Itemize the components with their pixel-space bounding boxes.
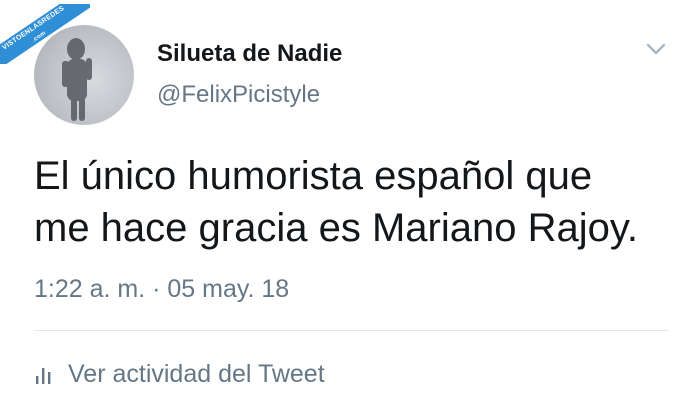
tweet-timestamp[interactable]: 1:22 a. m. · 05 may. 18: [34, 275, 289, 304]
avatar-silhouette-icon: [62, 38, 92, 121]
view-activity-link[interactable]: Ver actividad del Tweet: [34, 358, 325, 390]
tweet-card: VISTOENLASREDES .com Silueta de Nadie @F…: [0, 0, 700, 416]
view-activity-label: Ver actividad del Tweet: [68, 359, 325, 388]
chevron-down-icon[interactable]: [642, 38, 670, 60]
avatar[interactable]: [34, 25, 134, 125]
tweet-text: El único humorista español que me hace g…: [34, 150, 684, 254]
divider: [34, 330, 668, 331]
bar-chart-icon: [34, 363, 54, 385]
author-handle[interactable]: @FelixPicistyle: [157, 81, 320, 109]
tweet-text-line: El único humorista español que: [34, 154, 593, 198]
author-name[interactable]: Silueta de Nadie: [157, 40, 342, 68]
tweet-text-line: me hace gracia es Mariano Rajoy.: [34, 206, 638, 250]
